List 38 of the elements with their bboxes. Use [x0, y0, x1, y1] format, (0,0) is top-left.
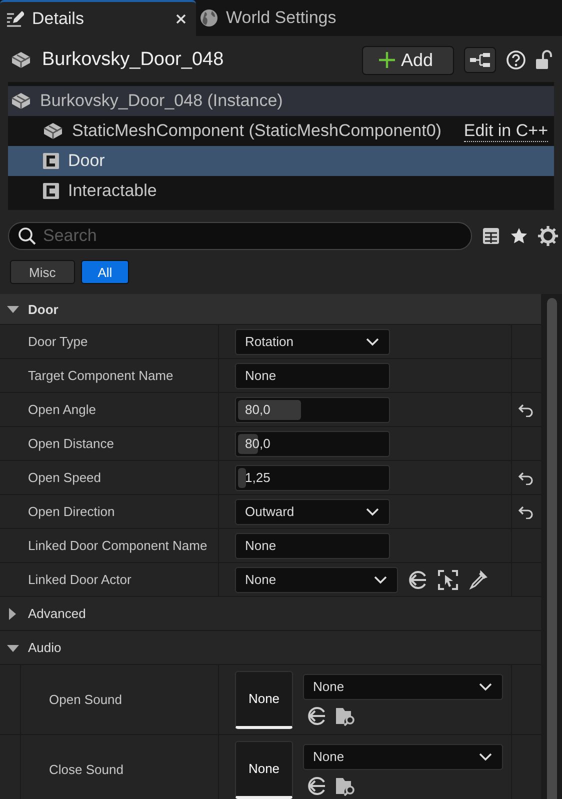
section-title: Door [28, 302, 58, 316]
search-field[interactable]: Search [8, 222, 472, 250]
section-title: Audio [28, 640, 62, 655]
dropdown[interactable]: None [303, 744, 503, 770]
panel-tab[interactable]: Details [0, 0, 196, 36]
property-name: Target Component Name [0, 359, 219, 392]
edit-in-cpp-link[interactable]: Edit in C++ [464, 120, 548, 142]
dropdown[interactable]: Outward [235, 498, 390, 524]
property-name: Open Angle [0, 393, 219, 426]
property-name: Open Distance [0, 427, 219, 460]
text-field[interactable]: None [235, 362, 390, 388]
property-name: Linked Door Actor [0, 563, 219, 596]
property-name: Close Sound [20, 735, 219, 799]
add-button[interactable]: Add [362, 46, 454, 74]
number-field[interactable]: 80,0 [235, 396, 390, 422]
filter-chip[interactable]: Misc [10, 260, 75, 284]
panel-tab[interactable]: World Settings [196, 0, 346, 36]
dropdown[interactable]: None [303, 674, 503, 700]
filter-chip[interactable]: All [80, 260, 130, 284]
number-field[interactable]: 1,25 [235, 464, 390, 490]
section-header[interactable]: Door [0, 294, 541, 325]
section-title: Advanced [28, 606, 86, 621]
dropdown[interactable]: Rotation [235, 328, 390, 354]
text-field[interactable]: None [235, 532, 390, 558]
asset-thumbnail[interactable]: None [235, 740, 293, 798]
component-item[interactable]: Door [8, 146, 554, 176]
property-name: Door Type [0, 325, 219, 358]
property-name: Open Direction [0, 495, 219, 528]
component-item[interactable]: Burkovsky_Door_048 (Instance) [8, 86, 554, 116]
property-name: Linked Door Component Name [0, 529, 219, 562]
dropdown[interactable]: None [235, 566, 398, 592]
property-name: Open Sound [20, 665, 219, 734]
asset-thumbnail[interactable]: None [235, 670, 293, 728]
actor-name: Burkovsky_Door_048 [42, 49, 225, 71]
number-field[interactable]: 80,0 [235, 430, 390, 456]
component-item[interactable]: Interactable [8, 176, 554, 206]
property-name: Open Speed [0, 461, 219, 494]
component-item[interactable]: StaticMeshComponent (StaticMeshComponent0) Edit in C++ [8, 116, 554, 146]
